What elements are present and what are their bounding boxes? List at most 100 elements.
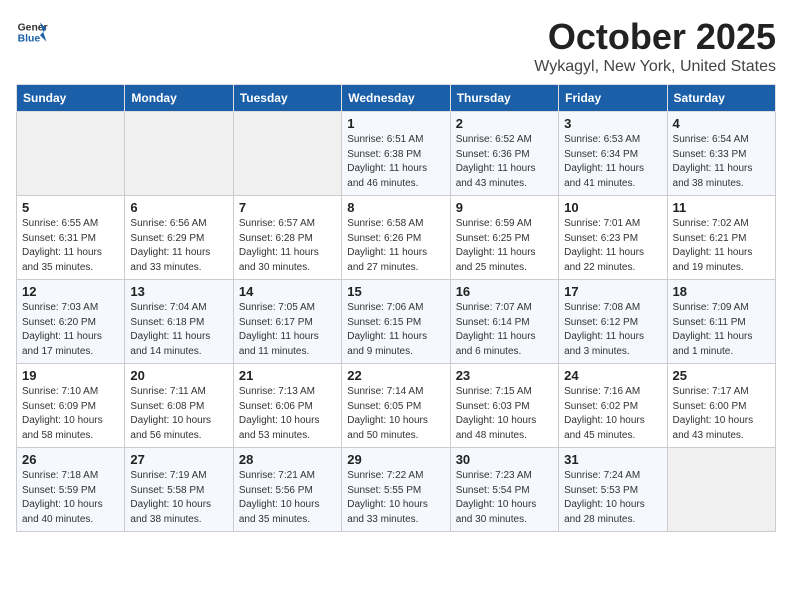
day-number: 12 [22, 284, 119, 299]
day-number: 10 [564, 200, 661, 215]
day-number: 1 [347, 116, 444, 131]
day-number: 9 [456, 200, 553, 215]
day-detail: Sunrise: 7:03 AM Sunset: 6:20 PM Dayligh… [22, 301, 119, 359]
day-number: 23 [456, 368, 553, 383]
day-detail: Sunrise: 6:58 AM Sunset: 6:26 PM Dayligh… [347, 217, 444, 275]
logo-icon: General Blue [16, 16, 48, 48]
col-friday: Friday [559, 85, 667, 112]
day-detail: Sunrise: 7:15 AM Sunset: 6:03 PM Dayligh… [456, 385, 553, 443]
day-detail: Sunrise: 7:23 AM Sunset: 5:54 PM Dayligh… [456, 469, 553, 527]
day-number: 7 [239, 200, 336, 215]
day-number: 20 [130, 368, 227, 383]
calendar-header-row: Sunday Monday Tuesday Wednesday Thursday… [17, 85, 776, 112]
calendar-week-row: 26Sunrise: 7:18 AM Sunset: 5:59 PM Dayli… [17, 448, 776, 532]
day-detail: Sunrise: 7:14 AM Sunset: 6:05 PM Dayligh… [347, 385, 444, 443]
day-number: 30 [456, 452, 553, 467]
col-thursday: Thursday [450, 85, 558, 112]
day-number: 24 [564, 368, 661, 383]
day-number: 18 [673, 284, 770, 299]
table-row [17, 112, 125, 196]
calendar-week-row: 12 Sunrise: 7:03 AM Sunset: 6:20 PM Dayli… [17, 280, 776, 364]
day-detail: Sunrise: 6:51 AM Sunset: 6:38 PM Dayligh… [347, 133, 444, 191]
calendar-week-row: 5Sunrise: 6:55 AM Sunset: 6:31 PM Daylig… [17, 196, 776, 280]
table-row: 13Sunrise: 7:04 AM Sunset: 6:18 PM Dayli… [125, 280, 233, 364]
table-row: 8Sunrise: 6:58 AM Sunset: 6:26 PM Daylig… [342, 196, 450, 280]
table-row: 10 Sunrise: 7:01 AM Sunset: 6:23 PM Dayli… [559, 196, 667, 280]
table-row: 4 Sunrise: 6:54 AM Sunset: 6:33 PM Daylig… [667, 112, 775, 196]
day-number: 25 [673, 368, 770, 383]
day-detail: Sunrise: 7:09 AM Sunset: 6:11 PM Dayligh… [673, 301, 770, 359]
calendar-week-row: 1 Sunrise: 6:51 AM Sunset: 6:38 PM Daylig… [17, 112, 776, 196]
day-detail: Sunrise: 7:05 AM Sunset: 6:17 PM Dayligh… [239, 301, 336, 359]
day-detail: Sunrise: 7:17 AM Sunset: 6:00 PM Dayligh… [673, 385, 770, 443]
table-row: 20 Sunrise: 7:11 AM Sunset: 6:08 PM Dayli… [125, 364, 233, 448]
day-number: 19 [22, 368, 119, 383]
table-row: 27 Sunrise: 7:19 AM Sunset: 5:58 PM Dayli… [125, 448, 233, 532]
day-number: 26 [22, 452, 119, 467]
table-row: 1 Sunrise: 6:51 AM Sunset: 6:38 PM Daylig… [342, 112, 450, 196]
day-number: 17 [564, 284, 661, 299]
day-detail: Sunrise: 7:08 AM Sunset: 6:12 PM Dayligh… [564, 301, 661, 359]
day-detail: Sunrise: 6:55 AM Sunset: 6:31 PM Dayligh… [22, 217, 119, 275]
day-number: 27 [130, 452, 227, 467]
day-number: 11 [673, 200, 770, 215]
table-row: 19 Sunrise: 7:10 AM Sunset: 6:09 PM Dayli… [17, 364, 125, 448]
day-number: 28 [239, 452, 336, 467]
day-detail: Sunrise: 6:56 AM Sunset: 6:29 PM Dayligh… [130, 217, 227, 275]
table-row [667, 448, 775, 532]
day-number: 4 [673, 116, 770, 131]
day-number: 6 [130, 200, 227, 215]
calendar-week-row: 19 Sunrise: 7:10 AM Sunset: 6:09 PM Dayli… [17, 364, 776, 448]
table-row: 26Sunrise: 7:18 AM Sunset: 5:59 PM Dayli… [17, 448, 125, 532]
day-detail: Sunrise: 7:19 AM Sunset: 5:58 PM Dayligh… [130, 469, 227, 527]
day-number: 14 [239, 284, 336, 299]
col-tuesday: Tuesday [233, 85, 341, 112]
day-number: 15 [347, 284, 444, 299]
table-row: 18 Sunrise: 7:09 AM Sunset: 6:11 PM Dayli… [667, 280, 775, 364]
col-wednesday: Wednesday [342, 85, 450, 112]
col-saturday: Saturday [667, 85, 775, 112]
table-row: 30 Sunrise: 7:23 AM Sunset: 5:54 PM Dayli… [450, 448, 558, 532]
day-number: 21 [239, 368, 336, 383]
day-detail: Sunrise: 7:11 AM Sunset: 6:08 PM Dayligh… [130, 385, 227, 443]
day-number: 16 [456, 284, 553, 299]
day-detail: Sunrise: 7:01 AM Sunset: 6:23 PM Dayligh… [564, 217, 661, 275]
day-detail: Sunrise: 7:16 AM Sunset: 6:02 PM Dayligh… [564, 385, 661, 443]
day-detail: Sunrise: 7:22 AM Sunset: 5:55 PM Dayligh… [347, 469, 444, 527]
table-row: 29 Sunrise: 7:22 AM Sunset: 5:55 PM Dayli… [342, 448, 450, 532]
table-row: 25 Sunrise: 7:17 AM Sunset: 6:00 PM Dayli… [667, 364, 775, 448]
table-row: 24 Sunrise: 7:16 AM Sunset: 6:02 PM Dayli… [559, 364, 667, 448]
table-row: 3 Sunrise: 6:53 AM Sunset: 6:34 PM Daylig… [559, 112, 667, 196]
table-row: 2 Sunrise: 6:52 AM Sunset: 6:36 PM Daylig… [450, 112, 558, 196]
table-row: 9Sunrise: 6:59 AM Sunset: 6:25 PM Daylig… [450, 196, 558, 280]
table-row: 15 Sunrise: 7:06 AM Sunset: 6:15 PM Dayli… [342, 280, 450, 364]
col-sunday: Sunday [17, 85, 125, 112]
day-detail: Sunrise: 7:06 AM Sunset: 6:15 PM Dayligh… [347, 301, 444, 359]
table-row: 6 Sunrise: 6:56 AM Sunset: 6:29 PM Daylig… [125, 196, 233, 280]
page-header: General Blue October 2025 Wykagyl, New Y… [16, 16, 776, 76]
table-row: 7 Sunrise: 6:57 AM Sunset: 6:28 PM Daylig… [233, 196, 341, 280]
day-number: 3 [564, 116, 661, 131]
table-row: 17 Sunrise: 7:08 AM Sunset: 6:12 PM Dayli… [559, 280, 667, 364]
day-detail: Sunrise: 7:07 AM Sunset: 6:14 PM Dayligh… [456, 301, 553, 359]
day-detail: Sunrise: 6:54 AM Sunset: 6:33 PM Dayligh… [673, 133, 770, 191]
day-number: 22 [347, 368, 444, 383]
day-detail: Sunrise: 7:13 AM Sunset: 6:06 PM Dayligh… [239, 385, 336, 443]
table-row: 14 Sunrise: 7:05 AM Sunset: 6:17 PM Dayli… [233, 280, 341, 364]
calendar-location: Wykagyl, New York, United States [534, 58, 776, 76]
table-row: 12 Sunrise: 7:03 AM Sunset: 6:20 PM Dayli… [17, 280, 125, 364]
table-row: 16 Sunrise: 7:07 AM Sunset: 6:14 PM Dayli… [450, 280, 558, 364]
calendar-table: Sunday Monday Tuesday Wednesday Thursday… [16, 84, 776, 532]
table-row: 22 Sunrise: 7:14 AM Sunset: 6:05 PM Dayli… [342, 364, 450, 448]
day-detail: Sunrise: 6:57 AM Sunset: 6:28 PM Dayligh… [239, 217, 336, 275]
day-number: 29 [347, 452, 444, 467]
table-row [125, 112, 233, 196]
day-detail: Sunrise: 6:53 AM Sunset: 6:34 PM Dayligh… [564, 133, 661, 191]
day-detail: Sunrise: 7:10 AM Sunset: 6:09 PM Dayligh… [22, 385, 119, 443]
day-detail: Sunrise: 7:04 AM Sunset: 6:18 PM Dayligh… [130, 301, 227, 359]
col-monday: Monday [125, 85, 233, 112]
table-row [233, 112, 341, 196]
table-row: 28Sunrise: 7:21 AM Sunset: 5:56 PM Dayli… [233, 448, 341, 532]
day-detail: Sunrise: 6:52 AM Sunset: 6:36 PM Dayligh… [456, 133, 553, 191]
day-number: 2 [456, 116, 553, 131]
